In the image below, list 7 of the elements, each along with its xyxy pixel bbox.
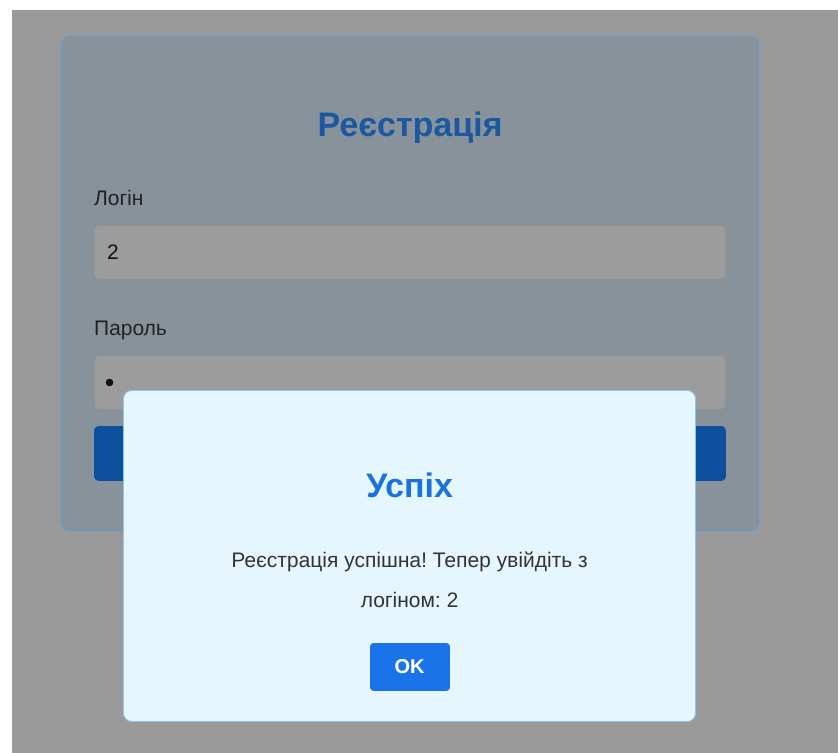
field-label: Логін [94, 187, 144, 211]
dialog-title: Успіх [366, 467, 453, 506]
input-field[interactable]: 2 [94, 225, 726, 280]
ok-button[interactable]: OK [370, 643, 450, 691]
form-title: Реєстрація [316, 106, 504, 145]
field-label: Пароль [94, 317, 167, 341]
dialog-message: Реєстрація успішна! Тепер увійдіть з логіном: 2 [230, 548, 589, 614]
